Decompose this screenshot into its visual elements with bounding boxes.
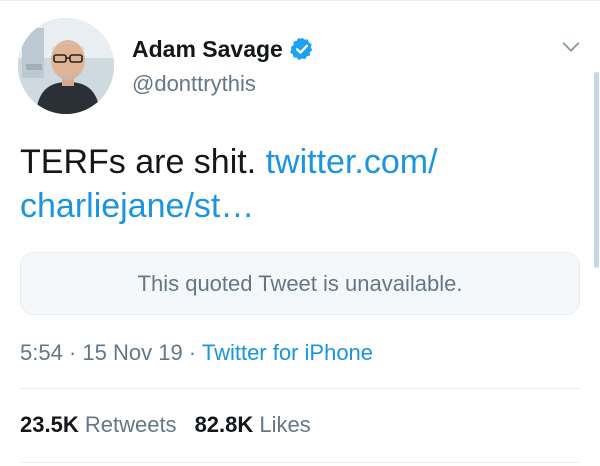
author-handle[interactable]: @donttrythis [132,71,315,97]
avatar-photo [18,18,114,114]
avatar[interactable] [18,18,114,114]
meta-separator: · [182,340,202,365]
tweet-text: TERFs are shit. twitter.com/charliejane/… [20,140,500,228]
tweet-time: 5:54 [20,340,63,365]
retweets-stat[interactable]: 23.5K Retweets [20,412,177,437]
verified-badge-icon [290,37,313,61]
name-row: Adam Savage [132,35,315,63]
divider [20,388,580,389]
top-divider [0,0,600,1]
tweet-source-link[interactable]: Twitter for iPhone [202,340,373,365]
retweets-count: 23.5K [20,412,79,437]
tweet-meta: 5:54 · 15 Nov 19 · Twitter for iPhone [20,340,373,366]
quoted-tweet-message: This quoted Tweet is unavailable. [137,270,463,296]
author-display-name[interactable]: Adam Savage [132,35,283,63]
retweets-label: Retweets [84,412,177,437]
divider [20,462,580,463]
tweet-detail-view: Adam Savage @donttrythis TERFs are shit.… [0,0,600,466]
author-info[interactable]: Adam Savage @donttrythis [132,35,315,97]
scrollbar[interactable] [594,72,599,268]
tweet-link-line1[interactable]: twitter.com/ [266,143,438,181]
tweet-stats: 23.5K Retweets 82.8K Likes [20,412,311,438]
likes-label: Likes [259,412,311,437]
chevron-down-icon[interactable] [560,36,582,58]
quoted-tweet-card[interactable]: This quoted Tweet is unavailable. [20,252,580,315]
likes-count: 82.8K [194,412,254,437]
meta-separator: · [62,340,83,365]
tweet-date: 15 Nov 19 [82,340,183,365]
tweet-text-plain: TERFs are shit. [20,143,266,181]
tweet-header: Adam Savage @donttrythis [18,18,582,118]
tweet-link-line2[interactable]: charliejane/st… [20,187,254,225]
likes-stat[interactable]: 82.8K Likes [195,412,311,437]
